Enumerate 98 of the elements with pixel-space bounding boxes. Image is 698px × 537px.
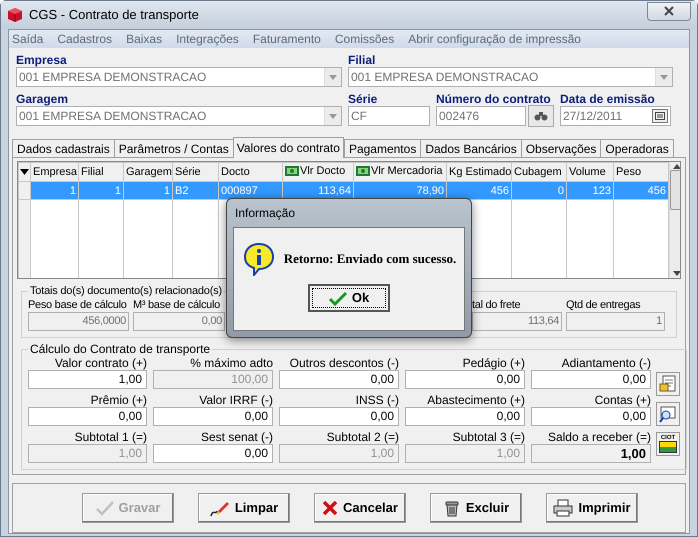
table-cell: 123: [566, 182, 614, 200]
field-label: tal do frete: [472, 298, 522, 312]
column-label: Vlr Mercadoria: [371, 164, 443, 179]
table-cell: 1: [78, 182, 124, 200]
text-field[interactable]: 0,00: [279, 370, 399, 389]
menu-item[interactable]: Cadastros: [57, 32, 112, 46]
text-field[interactable]: 1: [566, 312, 665, 331]
checkmark-icon: [96, 500, 114, 516]
menu-item[interactable]: Saída: [12, 32, 44, 46]
field-label: Adiantamento (-): [560, 356, 651, 370]
field-label: Qtd de entregas: [566, 298, 642, 312]
text-field[interactable]: 0,00: [531, 407, 651, 426]
group-title: Totais do(s) documento(s) relacionado(s): [29, 284, 223, 298]
x-icon: [322, 500, 338, 516]
ok-button[interactable]: Ok: [308, 284, 390, 312]
tab[interactable]: Observações: [520, 139, 602, 157]
text-field[interactable]: 0,00: [531, 370, 651, 389]
menu-item[interactable]: Integrações: [176, 32, 239, 46]
text-field[interactable]: 0,00: [279, 407, 399, 426]
action-button[interactable]: Limpar: [198, 493, 290, 523]
field-label: Garagem: [16, 92, 70, 106]
printer-icon: [553, 499, 574, 517]
field-label: Saldo a receber (=): [546, 430, 651, 444]
dialog-title: Informação: [234, 205, 296, 222]
text-field[interactable]: 002476: [436, 106, 526, 126]
field-label: Número do contrato: [436, 92, 552, 106]
calendar-icon[interactable]: [652, 109, 668, 123]
table-cell: 1: [124, 182, 172, 200]
close-icon: [663, 6, 675, 16]
money-icon: [356, 166, 370, 176]
field-label: Data de emissão: [560, 92, 656, 106]
tab[interactable]: Pagamentos: [344, 139, 422, 157]
field-label: Valor IRRF (-): [198, 393, 273, 407]
text-field[interactable]: 0,00: [153, 444, 273, 463]
field-label: Peso base de cálculo: [28, 298, 128, 312]
menu-item[interactable]: Abrir configuração de impressão: [408, 32, 581, 46]
text-field[interactable]: 0,00: [405, 370, 525, 389]
field-label: Outros descontos (-): [288, 356, 399, 370]
field-label: Subtotal 1 (=): [74, 430, 147, 444]
scroll-up-arrow-icon[interactable]: [672, 164, 680, 169]
field-label: Subtotal 2 (=): [326, 430, 399, 444]
field-label: Abastecimento (+): [426, 393, 525, 407]
search-button[interactable]: [656, 402, 680, 426]
field-label: Sest senat (-): [200, 430, 273, 444]
date-value: 27/12/2011: [563, 109, 622, 123]
field-label: Pedágio (+): [462, 356, 525, 370]
field-label: Filial: [348, 53, 376, 67]
field-label: Prêmio (+): [90, 393, 147, 407]
dialog-message: Retorno: Enviado com sucesso.: [284, 252, 456, 266]
action-button[interactable]: Imprimir: [546, 493, 638, 523]
scrollbar[interactable]: [669, 162, 680, 278]
pen-icon: [210, 499, 230, 517]
field-label: Subtotal 3 (=): [452, 430, 525, 444]
close-button[interactable]: [647, 2, 691, 20]
text-field[interactable]: 1,00: [531, 444, 651, 463]
date-field[interactable]: 27/12/2011: [560, 106, 671, 126]
text-field[interactable]: 0,00: [153, 407, 273, 426]
field-label: Valor contrato (+): [54, 356, 147, 370]
tab[interactable]: Dados cadastrais: [12, 139, 115, 157]
field-label: % máximo adto: [189, 356, 273, 370]
tab[interactable]: Valores do contrato: [232, 137, 344, 158]
scroll-down-arrow-icon[interactable]: [672, 271, 680, 276]
field-label: INSS (-): [354, 393, 399, 407]
tab[interactable]: Operadoras: [600, 139, 674, 157]
action-button[interactable]: Cancelar: [314, 493, 406, 523]
window-title: CGS - Contrato de transporte: [29, 8, 199, 22]
search-button[interactable]: [528, 105, 554, 127]
field-label: Série: [348, 92, 378, 106]
column-label: Vlr Docto: [300, 164, 346, 179]
money-icon: [285, 166, 299, 176]
text-field[interactable]: 456,0000: [28, 312, 129, 331]
sort-arrow-icon[interactable]: [20, 169, 29, 175]
table-cell: 1: [30, 182, 78, 200]
binoculars-icon: [534, 111, 548, 121]
table-cell: B2: [172, 182, 218, 200]
menu-item[interactable]: Baixas: [126, 32, 162, 46]
menu-item[interactable]: Comissões: [334, 32, 394, 46]
text-field[interactable]: 113,64: [472, 312, 562, 331]
text-field[interactable]: 0,00: [133, 312, 225, 331]
combo-box[interactable]: 001 EMPRESA DEMONSTRACAO: [16, 67, 342, 87]
text-field[interactable]: 1,00: [28, 370, 147, 389]
action-button[interactable]: Excluir: [430, 493, 522, 523]
document-button[interactable]: [656, 372, 680, 396]
field-label: M³ base de cálculo: [133, 298, 220, 312]
field-label: Empresa: [16, 53, 68, 67]
menu-item[interactable]: Faturamento: [252, 32, 321, 46]
trash-icon: [442, 499, 461, 517]
info-icon: [242, 242, 276, 276]
text-field[interactable]: 0,00: [405, 407, 525, 426]
table-cell: 0: [512, 182, 566, 200]
combo-box[interactable]: 001 EMPRESA DEMONSTRACAO: [348, 67, 673, 87]
app-logo-icon: [7, 7, 23, 23]
text-field[interactable]: CF: [348, 106, 430, 126]
field-label: Contas (+): [594, 393, 651, 407]
combo-box[interactable]: 001 EMPRESA DEMONSTRACAO: [16, 106, 342, 126]
checkmark-icon: [328, 290, 347, 306]
text-field[interactable]: 0,00: [28, 407, 147, 426]
group-title: Cálculo do Contrato de transporte: [29, 342, 212, 356]
